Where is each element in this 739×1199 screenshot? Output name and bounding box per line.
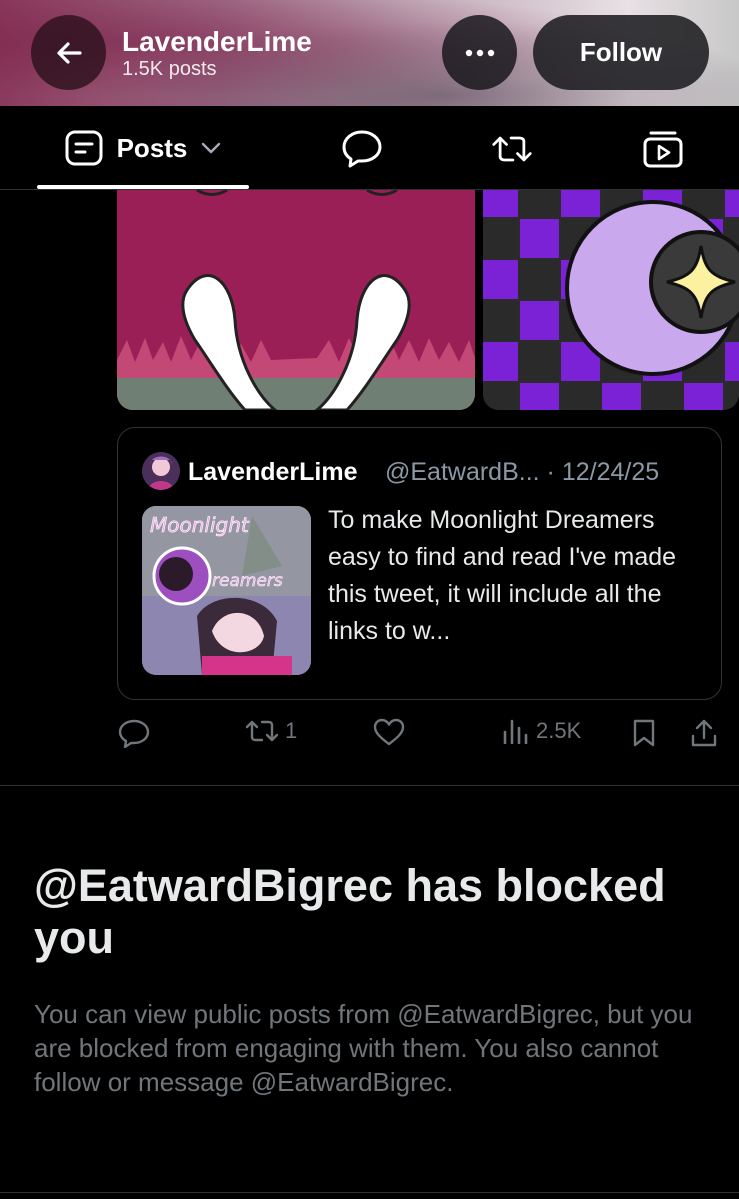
heart-icon (373, 718, 405, 746)
reply-button[interactable] (118, 718, 150, 748)
repost-button[interactable]: 1 (245, 718, 297, 744)
more-dots-icon (465, 49, 494, 56)
repost-count: 1 (285, 718, 298, 743)
quoted-post-thumbnail[interactable]: Moonlight reamers (142, 506, 311, 675)
avatar-image (142, 452, 180, 490)
post-count: 1.5K posts (122, 58, 217, 80)
post-image-right[interactable] (483, 190, 739, 410)
repost-icon (245, 720, 279, 742)
more-options-button[interactable] (442, 15, 517, 90)
tab-posts[interactable]: Posts (37, 106, 249, 190)
back-button[interactable] (31, 15, 106, 90)
profile-header: LavenderLime 1.5K posts Follow (0, 0, 739, 106)
svg-text:Moonlight: Moonlight (150, 513, 250, 537)
like-button[interactable] (373, 718, 405, 746)
tab-media[interactable] (642, 128, 684, 170)
views-count: 2.5K (536, 718, 582, 743)
blocked-description: You can view public posts from @EatwardB… (34, 999, 693, 1097)
quoted-post-card[interactable]: LavenderLime @EatwardB... · 12/24/25 Moo… (117, 427, 722, 700)
section-divider (0, 785, 739, 786)
blocked-heading: @EatwardBigrec has blocked you (34, 860, 666, 963)
arrow-left-icon (56, 41, 82, 64)
profile-name: LavenderLime (122, 26, 312, 57)
tab-replies[interactable] (341, 128, 383, 170)
media-play-icon (643, 131, 683, 168)
tab-reposts[interactable] (491, 128, 533, 170)
tab-posts-label: Posts (116, 132, 188, 163)
quoted-author-handle-date: @EatwardB... · 12/24/25 (385, 458, 660, 486)
active-tab-indicator (37, 185, 249, 189)
profile-tabs: Posts (0, 106, 739, 190)
share-button[interactable] (690, 718, 718, 748)
artwork-moon-checker-image (483, 190, 739, 410)
posts-icon (65, 130, 103, 166)
reply-bubble-icon (342, 130, 382, 168)
header-title-block: LavenderLime 1.5K posts (122, 27, 312, 81)
reply-icon (118, 719, 150, 748)
bottom-divider (0, 1192, 739, 1193)
quoted-post-text: To make Moonlight Dreamers easy to find … (328, 506, 677, 645)
analytics-bars-icon (503, 719, 528, 744)
share-icon (691, 719, 717, 747)
quoted-author-name: LavenderLime (188, 458, 358, 486)
bookmark-button[interactable] (631, 718, 657, 748)
post-action-bar: 1 2.5K (0, 710, 739, 756)
views-button[interactable]: 2.5K (502, 718, 581, 744)
post-image-left[interactable] (117, 190, 475, 410)
chevron-down-icon (202, 142, 221, 154)
artwork-bunny-ears-image (117, 190, 475, 410)
svg-text:reamers: reamers (212, 571, 283, 591)
avatar[interactable] (142, 452, 180, 490)
moonlight-dreamers-cover-image: Moonlight reamers (142, 506, 311, 675)
repost-icon (492, 136, 532, 162)
bookmark-icon (633, 719, 655, 747)
follow-button[interactable]: Follow (533, 15, 709, 90)
